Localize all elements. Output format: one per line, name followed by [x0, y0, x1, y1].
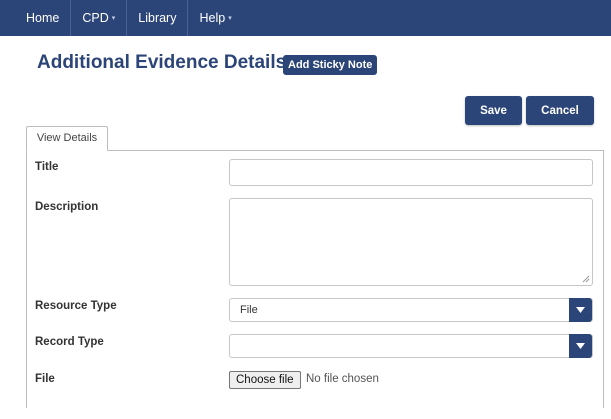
resource-type-label: Resource Type — [35, 300, 117, 312]
cancel-button[interactable]: Cancel — [526, 96, 594, 125]
description-label: Description — [35, 201, 99, 213]
nav-item-label: Help — [199, 11, 226, 25]
description-textarea[interactable] — [229, 198, 593, 286]
resource-type-value: File — [240, 304, 258, 316]
page-title: Additional Evidence Details — [37, 52, 287, 73]
nav-item-cpd[interactable]: CPD ▾ — [71, 0, 128, 36]
record-type-label: Record Type — [35, 336, 104, 348]
title-label: Title — [35, 161, 59, 173]
top-navbar: Home CPD ▾ Library Help ▾ — [0, 0, 611, 36]
save-button[interactable]: Save — [465, 96, 522, 125]
nav-item-help[interactable]: Help ▾ — [188, 0, 242, 36]
tab-view-details[interactable]: View Details — [26, 126, 108, 151]
caret-down-icon: ▾ — [111, 15, 116, 22]
nav-item-label: Home — [26, 11, 60, 25]
choose-file-button[interactable]: Choose file — [229, 371, 301, 389]
nav-item-library[interactable]: Library — [127, 0, 189, 36]
dropdown-arrow-icon[interactable] — [569, 298, 592, 322]
dropdown-arrow-icon[interactable] — [569, 334, 592, 358]
resource-type-select[interactable]: File — [229, 298, 593, 322]
nav-item-label: CPD — [82, 11, 109, 25]
file-label: File — [35, 373, 55, 385]
nav-item-home[interactable]: Home — [0, 0, 72, 36]
file-status-text: No file chosen — [306, 373, 379, 385]
add-sticky-note-button[interactable]: Add Sticky Note — [283, 55, 378, 75]
record-type-select[interactable] — [229, 334, 593, 358]
resize-grip-icon[interactable] — [582, 275, 590, 283]
nav-item-label: Library — [138, 11, 177, 25]
title-input[interactable] — [229, 159, 593, 186]
caret-down-icon: ▾ — [228, 15, 232, 22]
